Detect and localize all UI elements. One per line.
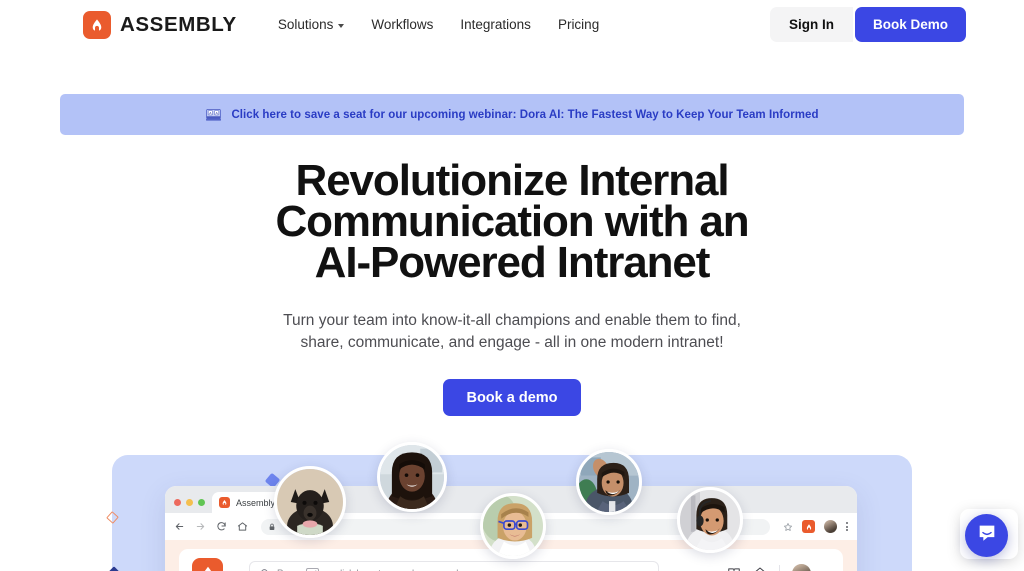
book-demo-button[interactable]: Book Demo: [854, 7, 966, 42]
book-a-demo-button[interactable]: Book a demo: [443, 379, 581, 416]
bookmark-star-icon[interactable]: [783, 522, 793, 532]
home-icon[interactable]: [237, 521, 248, 532]
nav-item-solutions[interactable]: Solutions: [278, 18, 345, 32]
hero-cta-wrapper: Book a demo: [0, 379, 1024, 416]
window-traffic-lights: [174, 499, 205, 513]
assembly-flame-logo-icon: [83, 10, 111, 39]
intercom-chat-icon: [976, 522, 998, 549]
nav-item-integrations[interactable]: Integrations: [460, 18, 531, 32]
nav-item-label: Solutions: [277, 16, 334, 32]
app-search-placeholder: Press or click here to search your work.…: [277, 568, 469, 571]
nav-item-workflows[interactable]: Workflows: [371, 18, 433, 32]
brand-logo-link[interactable]: ASSEMBLY: [83, 10, 237, 39]
product-mockup: Assembly ×: [106, 442, 912, 571]
page-title: Revolutionize Internal Communication wit…: [275, 156, 749, 287]
back-arrow-icon[interactable]: [174, 521, 185, 532]
banner-text: Click here to save a seat for our upcomi…: [231, 108, 819, 121]
kebab-menu-icon[interactable]: [846, 522, 848, 531]
browser-profile-avatar[interactable]: [824, 520, 837, 533]
site-header: ASSEMBLY Solutions Workflows Integration…: [0, 0, 1024, 49]
browser-toolbar-right: [783, 520, 848, 533]
search-prefix: Press: [277, 568, 301, 571]
minimize-window-icon[interactable]: [186, 499, 193, 506]
avatar-man-waving: [576, 449, 642, 515]
primary-nav: Solutions Workflows Integrations Pricing: [278, 18, 599, 32]
close-window-icon[interactable]: [174, 499, 181, 506]
forward-arrow-icon[interactable]: [195, 521, 206, 532]
landing-page: ASSEMBLY Solutions Workflows Integration…: [0, 0, 1024, 571]
nav-item-label: Workflows: [371, 16, 434, 32]
avatar-woman-glasses: [480, 493, 546, 559]
home-icon[interactable]: [753, 566, 767, 571]
nav-item-label: Integrations: [460, 16, 531, 32]
avatar-man-headset: [677, 487, 743, 553]
hero-section: Revolutionize Internal Communication wit…: [0, 156, 1024, 416]
abcd-input-symbol-icon: A A: [205, 107, 222, 122]
webinar-announcement-banner[interactable]: A A Click here to save a seat for our up…: [60, 94, 964, 135]
intercom-chat-button[interactable]: [965, 514, 1008, 557]
nav-item-label: Pricing: [557, 16, 600, 32]
lock-icon: [268, 523, 276, 531]
chevron-down-icon: [338, 23, 345, 28]
nav-item-pricing[interactable]: Pricing: [558, 18, 599, 32]
book-icon[interactable]: [727, 566, 741, 571]
sign-in-button[interactable]: Sign In: [769, 7, 853, 42]
assembly-app-logo-icon[interactable]: [192, 557, 223, 571]
assembly-favicon-icon: [219, 497, 230, 508]
hero-subtitle: Turn your team into know-it-all champion…: [283, 312, 741, 351]
maximize-window-icon[interactable]: [198, 499, 205, 506]
avatar-dog: [274, 466, 346, 538]
reload-icon[interactable]: [216, 521, 227, 532]
toolbar-divider: [779, 564, 780, 571]
app-search-input[interactable]: Press or click here to search your work.…: [249, 561, 659, 571]
search-suffix: or click here to search your work...: [324, 568, 469, 571]
avatar-woman-smiling: [377, 442, 447, 512]
assembly-extension-icon[interactable]: [802, 520, 815, 533]
brand-name: ASSEMBLY: [120, 12, 237, 36]
user-avatar[interactable]: [792, 563, 811, 571]
app-top-bar-actions: [727, 563, 829, 571]
header-actions: Sign In Book Demo: [769, 7, 966, 42]
